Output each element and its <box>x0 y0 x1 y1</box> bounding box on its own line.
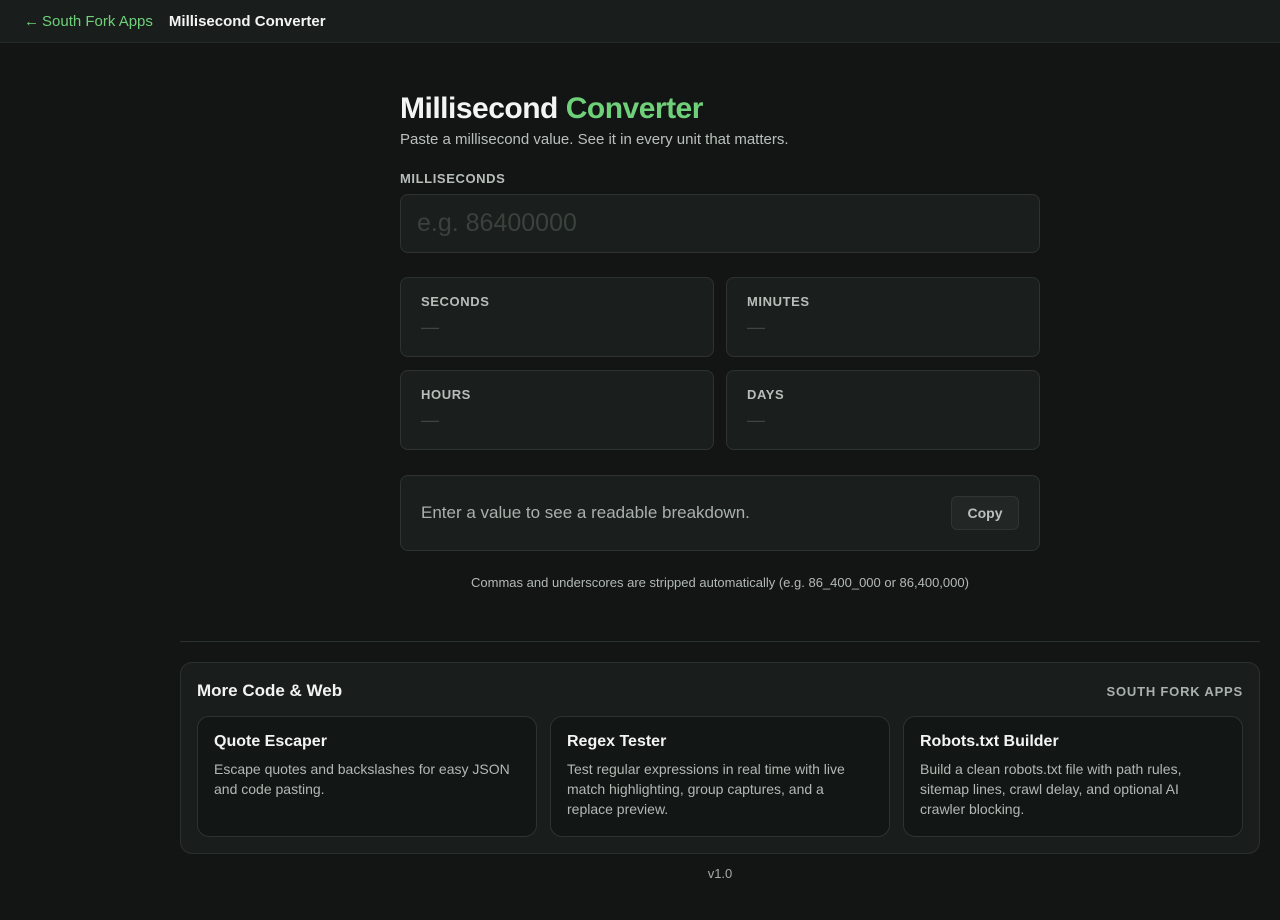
page-title-accent: Converter <box>565 92 704 125</box>
breadcrumb-title: Millisecond Converter <box>168 12 326 30</box>
section-divider <box>180 641 1260 642</box>
minutes-card: MINUTES — <box>726 277 1040 357</box>
tool-name: Quote Escaper <box>214 733 327 750</box>
minutes-label: MINUTES <box>747 294 810 309</box>
hours-label: HOURS <box>421 387 471 402</box>
tool-card-robots-txt-builder[interactable]: Robots.txt Builder Build a clean robots.… <box>903 716 1243 837</box>
milliseconds-label: MILLISECONDS <box>400 171 506 186</box>
page-title: Millisecond Converter <box>400 90 1040 128</box>
copy-button[interactable]: Copy <box>951 496 1019 530</box>
more-apps-section: More Code & Web SOUTH FORK APPS Quote Es… <box>180 662 1260 854</box>
breakdown-text: Enter a value to see a readable breakdow… <box>421 503 750 522</box>
tool-card-regex-tester[interactable]: Regex Tester Test regular expressions in… <box>550 716 890 837</box>
seconds-label: SECONDS <box>421 294 490 309</box>
tool-card-quote-escaper[interactable]: Quote Escaper Escape quotes and backslas… <box>197 716 537 837</box>
tool-description: Build a clean robots.txt file with path … <box>920 761 1182 817</box>
tool-description: Test regular expressions in real time wi… <box>567 761 845 817</box>
tool-name: Regex Tester <box>567 733 667 750</box>
tool-list: Quote Escaper Escape quotes and backslas… <box>197 716 1243 837</box>
version-label: v1.0 <box>707 866 733 881</box>
minutes-value: — <box>747 317 765 337</box>
top-bar: ← South Fork Apps Millisecond Converter <box>0 0 1280 43</box>
more-section-brand: SOUTH FORK APPS <box>1106 684 1243 699</box>
seconds-card: SECONDS — <box>400 277 714 357</box>
converter-panel: Millisecond Converter Paste a millisecon… <box>400 90 1040 590</box>
milliseconds-input[interactable] <box>400 194 1040 253</box>
input-hint: Commas and underscores are stripped auto… <box>471 575 969 590</box>
more-section-title: More Code & Web <box>197 681 343 700</box>
hours-value: — <box>421 410 439 430</box>
hours-card: HOURS — <box>400 370 714 450</box>
page-subtitle: Paste a millisecond value. See it in eve… <box>400 131 789 148</box>
tool-name: Robots.txt Builder <box>920 733 1059 750</box>
back-link[interactable]: ← South Fork Apps <box>24 13 153 30</box>
days-label: DAYS <box>747 387 785 402</box>
days-card: DAYS — <box>726 370 1040 450</box>
back-arrow-icon: ← <box>24 12 39 30</box>
days-value: — <box>747 410 765 430</box>
breakdown-box: Enter a value to see a readable breakdow… <box>400 475 1040 551</box>
seconds-value: — <box>421 317 439 337</box>
tool-description: Escape quotes and backslashes for easy J… <box>214 761 510 797</box>
unit-grid: SECONDS — MINUTES — HOURS — DAYS — <box>400 277 1040 450</box>
page-title-main: Millisecond <box>400 92 558 125</box>
back-link-label: South Fork Apps <box>42 12 153 30</box>
